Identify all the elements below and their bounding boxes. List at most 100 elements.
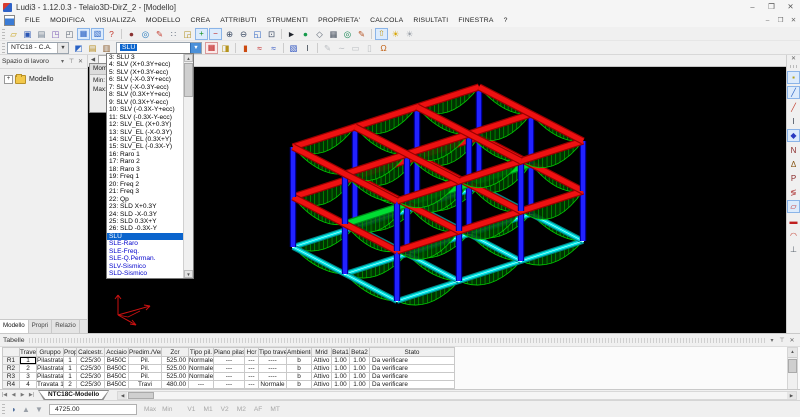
separator[interactable] [371,29,372,39]
table-cell[interactable]: 4 [20,381,37,389]
annotate-icon[interactable]: ✎ [355,28,368,40]
diagram-toggle[interactable]: MT [270,406,280,413]
sheet-nav-icon[interactable]: |◀ [0,392,9,398]
table-cell[interactable]: Pil. [129,357,162,365]
dropdown-item[interactable]: 25: SLD 0.3X+Y [107,218,183,225]
dropdown-item[interactable]: 26: SLD -0.3X-Y [107,225,183,232]
material-sphere-icon[interactable]: ● [125,28,138,40]
dropdown-item[interactable]: 18: Raro 3 [107,166,183,173]
dropdown-item[interactable]: 15: SLV_EL (-0.3X-Y) [107,143,183,150]
dropdown-item[interactable]: 23: SLD X+0.3Y [107,203,183,210]
release-icon[interactable]: ≶ [788,186,800,198]
workspace-tab[interactable]: Modello [0,320,29,333]
node-tool-icon[interactable]: ▪ [787,71,800,84]
table-cell[interactable]: 1.00 [332,381,350,389]
mdi-minimize-icon[interactable]: – [761,15,774,27]
moment-load-icon[interactable]: ▬ [788,215,800,227]
scroll-thumb[interactable] [788,359,797,373]
table-cell[interactable]: ---- [259,357,287,365]
minimize-icon[interactable]: – [743,0,762,14]
grid-horizontal-scrollbar[interactable]: ◀ ▶ [117,391,797,400]
table-cell[interactable]: --- [214,357,245,365]
menu-item[interactable]: CALCOLA [365,17,408,24]
dropdown-scrollbar[interactable]: ▲ ▼ [183,54,193,278]
mdi-restore-icon[interactable]: ❒ [774,15,787,27]
table-cell[interactable]: Pilastrata 2 [37,365,64,373]
mdi-close-icon[interactable]: ✕ [787,15,800,27]
frame-b-icon[interactable]: ▯ [363,42,376,54]
table-cell[interactable]: 1 [64,357,77,365]
table-cell[interactable]: 1.00 [332,357,350,365]
diagram-toggle[interactable]: V1 [187,406,195,413]
table-cell[interactable]: --- [189,381,214,389]
separator[interactable] [283,43,284,53]
open-icon[interactable]: ▱ [7,28,20,40]
menu-item[interactable]: CREA [186,17,216,24]
row-header[interactable]: R4 [2,381,20,389]
table-cell[interactable]: ---- [259,365,287,373]
table-cell[interactable]: Da verificare [370,381,455,389]
table-cell[interactable]: Attivo [312,381,332,389]
scroll-thumb[interactable] [184,63,193,97]
scroll-left-icon[interactable]: ◀ [118,392,127,399]
table-cell[interactable]: B450C [105,381,129,389]
palette-icon[interactable]: ◨ [219,42,232,54]
table-cell[interactable]: ---- [259,373,287,381]
menu-item[interactable]: ? [499,17,513,24]
dropdown-item[interactable]: 10: SLV (-0.3X-Y+ecc) [107,106,183,113]
print-preview-icon[interactable]: ◰ [63,28,76,40]
dropdown-item[interactable]: SLV-Sismico [107,263,183,270]
separator[interactable] [235,43,236,53]
save-icon[interactable]: ▣ [21,28,34,40]
workspace-tab[interactable]: Propri [29,320,53,333]
draw-pencil-icon[interactable]: ✎ [153,28,166,40]
dropdown-item[interactable]: 8: SLV (0.3X+Y+ecc) [107,91,183,98]
status-toggle[interactable]: Min [162,406,172,413]
table-cell[interactable]: 480.00 [162,381,189,389]
dropdown-item[interactable]: 3: SLU 3 [107,54,183,61]
chevron-down-icon[interactable]: ▼ [190,43,201,53]
close-icon[interactable]: ✕ [781,0,800,14]
select-window-icon[interactable]: ◲ [181,28,194,40]
menu-item[interactable]: MODIFICA [45,17,90,24]
close-icon[interactable]: ✕ [76,58,85,65]
table-cell[interactable]: --- [214,381,245,389]
table-cell[interactable]: C25/30 [77,381,105,389]
spline-icon[interactable]: ∼ [335,42,348,54]
menu-item[interactable]: VISUALIZZA [90,17,141,24]
axis-up-icon[interactable]: ⇧ [375,28,388,40]
help-icon[interactable]: ? [105,28,118,40]
dropdown-item[interactable]: 14: SLV_EL (0.3X+Y) [107,136,183,143]
table-cell[interactable]: Da verificare [370,357,455,365]
diagram-toggle[interactable]: M1 [203,406,212,413]
table-cell[interactable]: Pil. [129,373,162,381]
point-load-icon[interactable]: P [788,172,800,184]
assign-norm-icon[interactable]: ◩ [72,42,85,54]
dropdown-item[interactable]: SLD-Sismico [107,270,183,277]
table-cell[interactable]: Normale [189,365,214,373]
table-cell[interactable]: 1 [64,373,77,381]
table-cell[interactable]: 1.00 [350,381,370,389]
menu-item[interactable]: RISULTATI [408,17,453,24]
light-off-icon[interactable]: ☀ [403,28,416,40]
table-cell[interactable]: --- [245,381,259,389]
snap-grid-icon[interactable]: ∷ [167,28,180,40]
table-cell[interactable]: C25/30 [77,357,105,365]
table-cell[interactable]: Pilastrata 1 [37,357,64,365]
menu-item[interactable]: MODELLO [141,17,186,24]
globe-icon[interactable]: ◎ [139,28,152,40]
table-cell[interactable]: 3 [20,373,37,381]
table-cell[interactable]: Normale [189,373,214,381]
frame-a-icon[interactable]: ▭ [349,42,362,54]
dropdown-item[interactable]: 9: SLV (0.3X+Y-ecc) [107,99,183,106]
eraser-tool-icon[interactable]: ◆ [787,129,800,142]
dropdown-item[interactable]: 22: Qp [107,196,183,203]
scroll-right-icon[interactable]: ▶ [787,392,796,399]
pointer-icon[interactable]: ► [285,28,298,40]
dropdown-item[interactable]: 11: SLV (-0.3X-Y-ecc) [107,114,183,121]
table-cell[interactable]: 525.00 [162,373,189,381]
row-header[interactable]: R1 [2,357,20,365]
toolbar-grip[interactable] [2,29,5,39]
color-scale-icon[interactable]: ▮ [239,42,252,54]
combinations-grid-icon[interactable]: ▦ [205,42,218,54]
